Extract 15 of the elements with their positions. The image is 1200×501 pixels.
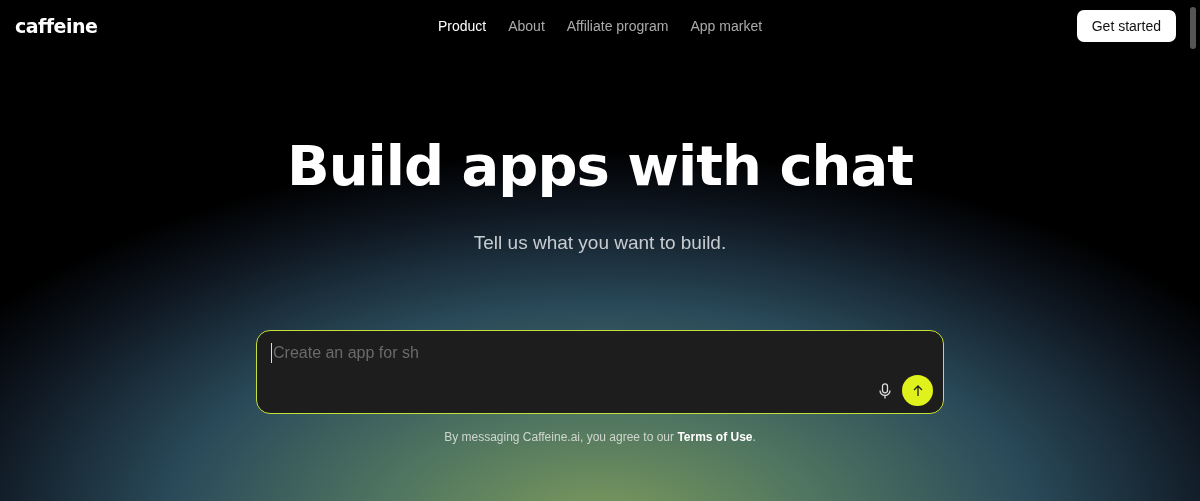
nav-link[interactable]: App market (690, 18, 763, 34)
prompt-field[interactable]: Create an app for sh (271, 343, 875, 363)
nav-link[interactable]: About (508, 18, 545, 34)
nav-link[interactable]: Affiliate program (566, 18, 669, 34)
microphone-icon[interactable] (879, 383, 891, 399)
hero-subtitle: Tell us what you want to build. (473, 232, 727, 254)
hero-title: Build apps with chat (287, 132, 913, 200)
scrollbar-thumb[interactable] (1190, 7, 1196, 49)
arrow-up-icon (911, 384, 924, 397)
logo[interactable]: caffeine (15, 15, 98, 37)
terms-link[interactable]: Terms of Use (677, 430, 753, 444)
nav-link[interactable]: Product (437, 18, 487, 34)
get-started-button[interactable]: Get started (1076, 10, 1176, 42)
terms-notice: By messaging Caffeine.ai, you agree to our Terms of Use. (444, 430, 756, 444)
send-button[interactable] (902, 375, 933, 406)
